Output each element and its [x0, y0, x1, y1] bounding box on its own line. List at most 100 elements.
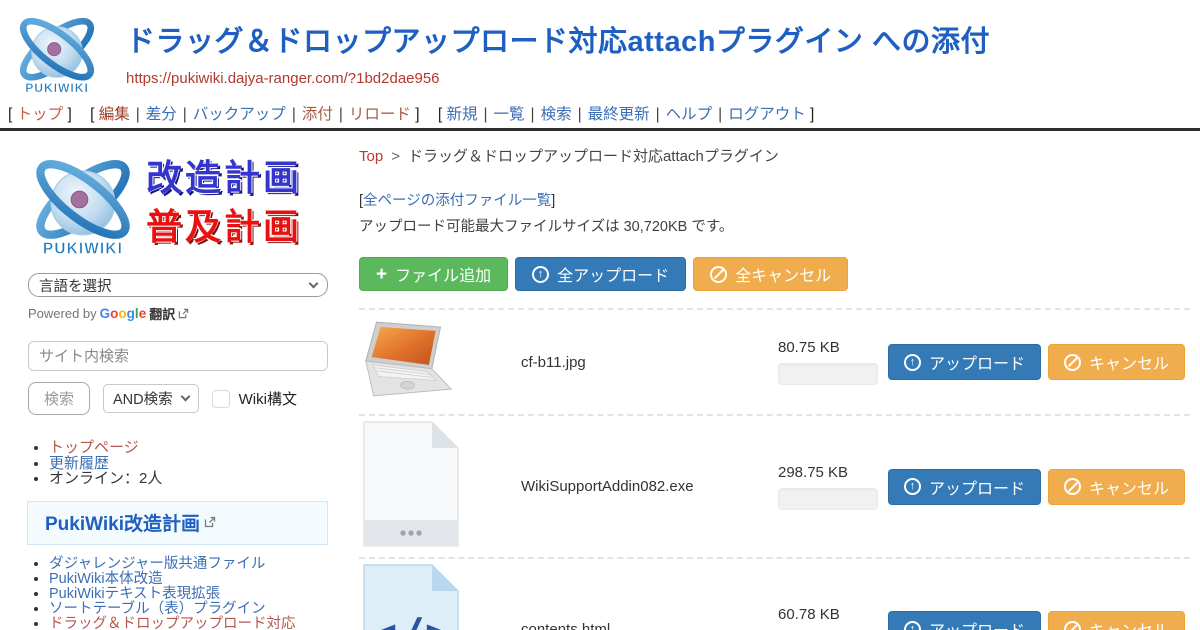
quick-links-list: トップページ 更新履歴 オンライン：2人: [49, 440, 328, 487]
page-url-link[interactable]: https://pukiwiki.dajya-ranger.com/?1bd2d…: [126, 70, 440, 87]
pukiwiki-atom-icon: PUKIWIKI: [24, 147, 142, 259]
upload-circle-icon: ↑: [532, 266, 549, 283]
upload-toolbar: + ファイル追加 ↑ 全アップロード 全キャンセル: [359, 257, 1190, 291]
file-size: 60.78 KB: [778, 606, 888, 623]
cancel-button[interactable]: キャンセル: [1048, 469, 1185, 505]
file-name: WikiSupportAddin082.exe: [521, 478, 778, 495]
main-content: Top>ドラッグ＆ドロップアップロード対応attachプラグイン [全ページの添…: [345, 131, 1200, 630]
cancel-button[interactable]: キャンセル: [1048, 611, 1185, 630]
svg-text:</>: </>: [369, 608, 452, 630]
online-count: オンライン：2人: [49, 470, 162, 487]
nav-link-search[interactable]: 検索: [541, 106, 572, 123]
attach-file-list-line: [全ページの添付ファイル一覧]: [359, 189, 1190, 210]
svg-text:PUKIWIKI: PUKIWIKI: [43, 241, 123, 258]
file-icon-generic: [361, 420, 521, 553]
external-link-icon: [204, 516, 216, 528]
wiki-syntax-label: Wiki構文: [239, 388, 297, 409]
section-title-link[interactable]: PukiWiki改造計画: [45, 509, 200, 536]
nav-link-reload[interactable]: リロード: [349, 106, 411, 123]
upload-button[interactable]: ↑ アップロード: [888, 469, 1041, 505]
quick-link-toppage[interactable]: トップページ: [49, 439, 139, 456]
chevron-down-icon: [309, 278, 319, 288]
nav-link-logout[interactable]: ログアウト: [728, 106, 806, 123]
google-logo: Google: [100, 306, 147, 321]
plus-icon: +: [376, 265, 387, 284]
nav-group-top: [ トップ ]: [8, 106, 72, 123]
menu-link-dnd-attach[interactable]: ドラッグ＆ドロップアップロード対応attachプラグイン: [49, 616, 296, 630]
breadcrumb-current: ドラッグ＆ドロップアップロード対応attachプラグイン: [408, 148, 779, 165]
upload-button[interactable]: ↑ アップロード: [888, 611, 1041, 630]
breadcrumb-home-link[interactable]: Top: [359, 148, 383, 165]
ban-circle-icon: [1064, 354, 1081, 371]
upload-circle-icon: ↑: [904, 478, 921, 495]
nav-link-help[interactable]: ヘルプ: [666, 106, 713, 123]
search-input[interactable]: [28, 341, 328, 371]
nav-link-new[interactable]: 新規: [446, 106, 477, 123]
quick-link-history[interactable]: 更新履歴: [49, 455, 109, 472]
list-item: トップページ: [49, 440, 328, 456]
svg-text:PUKIWIKI: PUKIWIKI: [25, 81, 89, 95]
upload-circle-icon: ↑: [904, 354, 921, 371]
breadcrumb: Top>ドラッグ＆ドロップアップロード対応attachプラグイン: [359, 145, 1190, 166]
pukiwiki-logo: PUKIWIKI: [10, 8, 104, 96]
file-name: cf-b11.jpg: [521, 354, 778, 371]
cancel-button[interactable]: キャンセル: [1048, 344, 1185, 380]
search-button[interactable]: 検索: [28, 382, 90, 415]
file-icon-html: </>: [361, 563, 521, 630]
logo-text-fukyu: 普及計画: [146, 203, 302, 252]
list-item: オンライン：2人: [49, 471, 328, 487]
nav-group-page: [ 編集|差分|バックアップ|添付|リロード ]: [90, 106, 419, 123]
sidebar-menu-list: ダジャレンジャー版共通ファイル PukiWiki本体改造 PukiWikiテキス…: [49, 557, 328, 630]
cancel-all-button[interactable]: 全キャンセル: [693, 257, 848, 291]
ban-circle-icon: [1064, 478, 1081, 495]
logo-text-kaizo: 改造計画: [146, 154, 302, 203]
list-item: ドラッグ＆ドロップアップロード対応attachプラグイン: [49, 617, 328, 630]
nav-link-diff[interactable]: 差分: [146, 106, 177, 123]
list-item: PukiWikiテキスト表現拡張: [49, 587, 328, 602]
search-mode-select[interactable]: AND検索: [103, 384, 199, 413]
list-item: PukiWiki本体改造: [49, 572, 328, 587]
file-row: cf-b11.jpg 80.75 KB ↑ アップロード キャンセル: [359, 308, 1190, 414]
max-filesize-text: アップロード可能最大ファイルサイズは 30,720KB です。: [359, 215, 1190, 236]
upload-progress-bar: [778, 488, 878, 510]
nav-link-top[interactable]: トップ: [17, 106, 64, 123]
all-pages-attach-link[interactable]: 全ページの添付ファイル一覧: [363, 193, 551, 209]
file-row: </> contents.html 60.78 KB ↑ アップロード キャンセ…: [359, 557, 1190, 630]
top-navigation: [ トップ ] [ 編集|差分|バックアップ|添付|リロード ] [ 新規|一覧…: [0, 96, 1200, 128]
menu-link-core-mod[interactable]: PukiWiki本体改造: [49, 571, 163, 587]
nav-link-edit[interactable]: 編集: [99, 106, 130, 123]
chevron-down-icon: [180, 392, 190, 402]
upload-circle-icon: ↑: [904, 621, 921, 630]
nav-group-site: [ 新規|一覧|検索|最終更新|ヘルプ|ログアウト ]: [438, 106, 815, 123]
sidebar-logo: PUKIWIKI 改造計画 普及計画: [24, 147, 328, 259]
file-size: 80.75 KB: [778, 339, 888, 356]
menu-link-common-files[interactable]: ダジャレンジャー版共通ファイル: [49, 556, 265, 572]
ban-circle-icon: [1064, 621, 1081, 630]
file-size: 298.75 KB: [778, 464, 888, 481]
external-link-icon: [178, 308, 189, 319]
file-row: WikiSupportAddin082.exe 298.75 KB ↑ アップロ…: [359, 414, 1190, 557]
nav-link-backup[interactable]: バックアップ: [193, 106, 286, 123]
site-header: PUKIWIKI ドラッグ＆ドロップアップロード対応attachプラグイン への…: [0, 0, 1200, 96]
ban-circle-icon: [710, 266, 727, 283]
google-translate-attribution: Powered by Google 翻訳: [28, 304, 328, 323]
wiki-syntax-checkbox[interactable]: [212, 390, 230, 408]
upload-progress-bar: [778, 363, 878, 385]
page-title: ドラッグ＆ドロップアップロード対応attachプラグイン への添付: [126, 18, 990, 60]
sidebar: PUKIWIKI 改造計画 普及計画 言語を選択 Powered by Goog…: [0, 131, 345, 630]
menu-link-text-ext[interactable]: PukiWikiテキスト表現拡張: [49, 586, 220, 602]
sidebar-section-header: PukiWiki改造計画: [27, 501, 328, 545]
language-select[interactable]: 言語を選択: [28, 273, 328, 297]
nav-link-recent[interactable]: 最終更新: [588, 106, 650, 123]
nav-link-list[interactable]: 一覧: [494, 106, 525, 123]
search-controls: 検索 AND検索 Wiki構文: [28, 382, 328, 415]
upload-all-button[interactable]: ↑ 全アップロード: [515, 257, 686, 291]
list-item: ダジャレンジャー版共通ファイル: [49, 557, 328, 572]
nav-link-attach[interactable]: 添付: [302, 106, 333, 123]
upload-button[interactable]: ↑ アップロード: [888, 344, 1041, 380]
list-item: 更新履歴: [49, 456, 328, 472]
file-name: contents.html: [521, 621, 778, 630]
menu-link-sort-table[interactable]: ソートテーブル（表）プラグイン: [49, 601, 266, 617]
add-files-button[interactable]: + ファイル追加: [359, 257, 508, 291]
file-thumbnail-laptop: [361, 318, 521, 407]
